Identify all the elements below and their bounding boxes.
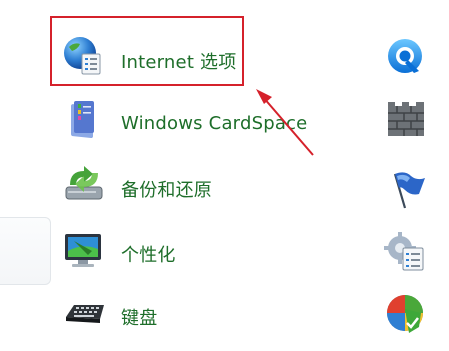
programs-features-icon[interactable] [383,230,429,276]
item-label[interactable]: Windows CardSpace [121,113,307,134]
cardspace-icon [62,97,106,141]
personalization-monitor-icon [62,229,106,273]
keyboard-icon [62,295,106,339]
item-label[interactable]: 备份和还原 [121,176,212,202]
windows-defender-icon[interactable] [383,291,429,337]
item-keyboard[interactable]: 键盘 [0,289,449,351]
item-label[interactable]: 个性化 [121,241,176,267]
highlight-box [50,16,244,86]
firewall-brick-icon[interactable] [383,98,429,144]
item-backup-restore[interactable]: 备份和还原 [0,160,449,222]
quicktime-icon[interactable] [383,34,429,80]
action-center-flag-icon[interactable] [383,166,429,212]
item-personalization[interactable]: 个性化 [0,225,449,287]
item-label[interactable]: 键盘 [121,304,157,330]
item-windows-cardspace[interactable]: Windows CardSpace [0,95,449,157]
backup-restore-icon [62,163,106,207]
